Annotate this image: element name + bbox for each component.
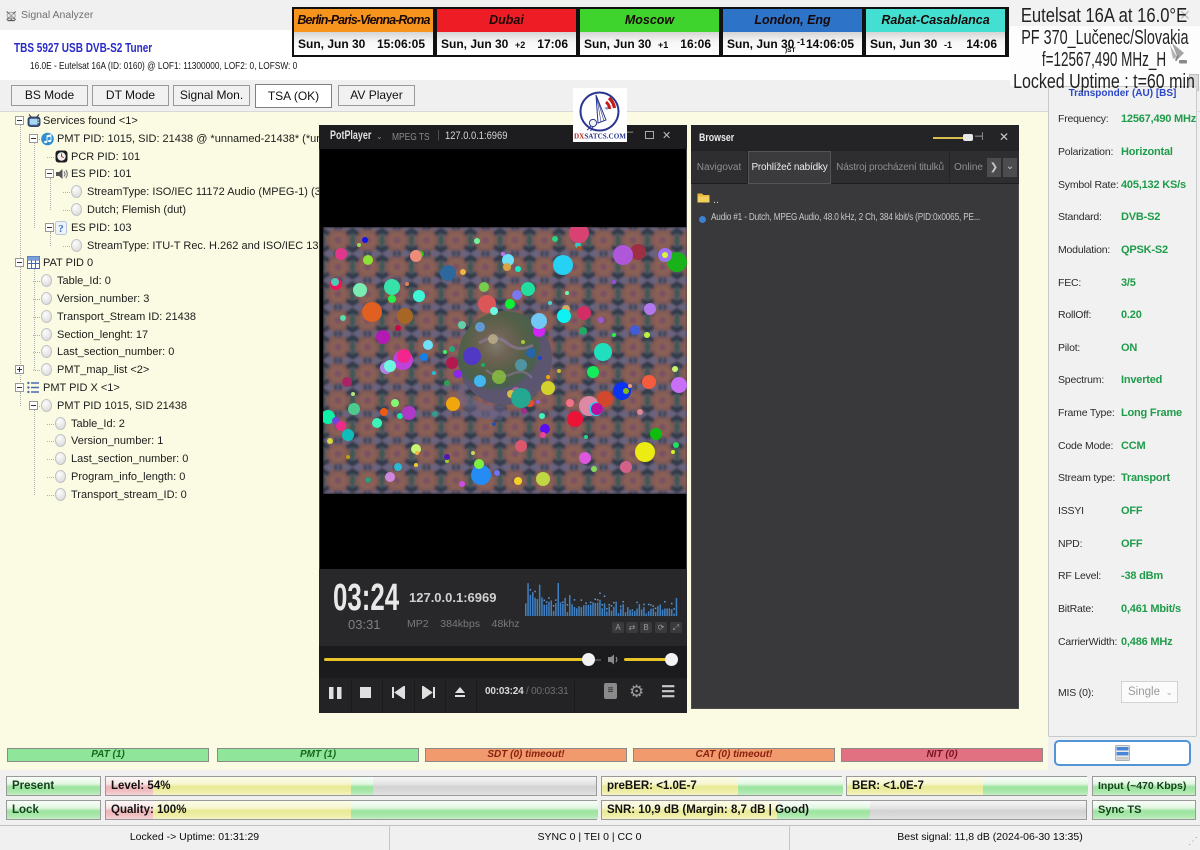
svg-text:?: ? [58,223,64,235]
svg-text:DXSATCS.COM: DXSATCS.COM [574,132,626,141]
